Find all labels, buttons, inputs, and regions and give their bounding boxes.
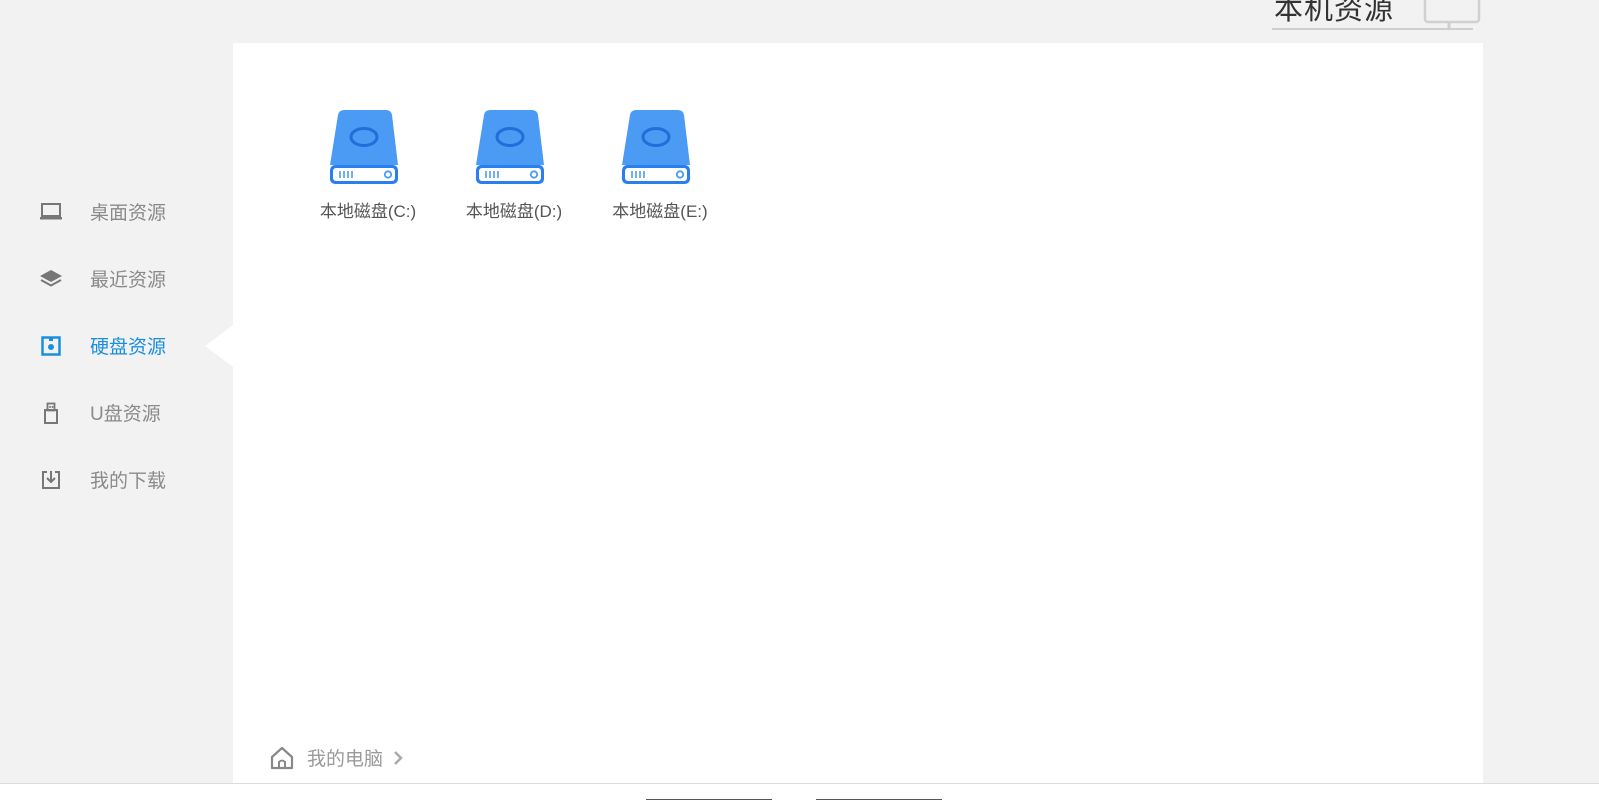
page-title: 本机资源	[1274, 0, 1395, 26]
breadcrumb-item-my-computer[interactable]: 我的电脑	[307, 744, 383, 771]
chevron-right-icon	[394, 750, 403, 765]
sidebar: 桌面资源 最近资源 硬盘资源 U盘资源 我的下载	[0, 178, 233, 513]
drive-label: 本地磁盘(E:)	[612, 202, 708, 221]
monitor-icon	[1423, 0, 1481, 28]
sidebar-item-label: 我的下载	[90, 471, 167, 492]
sidebar-item-label: 桌面资源	[90, 203, 167, 224]
drive-label: 本地磁盘(C:)	[319, 202, 417, 221]
main-panel: 本地磁盘(C:) 本地磁盘(D:) 本地磁盘(E:) 我的电脑	[233, 43, 1483, 783]
drive-c[interactable]: 本地磁盘(C:)	[295, 109, 441, 222]
sidebar-item-label: U盘资源	[90, 404, 161, 425]
hard-disk-icon	[38, 333, 64, 359]
laptop-icon	[38, 199, 64, 225]
drive-e[interactable]: 本地磁盘(E:)	[587, 109, 733, 222]
breadcrumb: 我的电脑	[269, 744, 405, 771]
hard-drive-icon	[330, 110, 398, 184]
active-indicator	[205, 324, 233, 367]
header-underline	[1272, 28, 1473, 30]
page: 本机资源 桌面资源 最近资源 硬盘资源 U盘资源 我的下载 本地磁盘(C:) 本…	[0, 0, 1599, 800]
home-icon[interactable]	[269, 745, 295, 771]
hard-drive-icon	[476, 110, 544, 184]
page-header: 本机资源	[1274, 0, 1394, 30]
sidebar-item-hard-disk[interactable]: 硬盘资源	[0, 312, 233, 379]
hard-drive-icon	[622, 110, 690, 184]
drive-d[interactable]: 本地磁盘(D:)	[441, 109, 587, 222]
drive-list: 本地磁盘(C:) 本地磁盘(D:) 本地磁盘(E:)	[295, 109, 733, 222]
sidebar-item-recent[interactable]: 最近资源	[0, 245, 232, 312]
drive-label: 本地磁盘(D:)	[465, 202, 563, 221]
sidebar-item-desktop[interactable]: 桌面资源	[0, 178, 232, 245]
sidebar-item-usb[interactable]: U盘资源	[0, 379, 232, 446]
usb-drive-icon	[38, 400, 64, 426]
sidebar-item-downloads[interactable]: 我的下载	[0, 446, 232, 513]
bottom-bar	[0, 783, 1599, 800]
sidebar-item-label: 最近资源	[90, 270, 167, 291]
layers-icon	[38, 266, 64, 292]
sidebar-item-label: 硬盘资源	[90, 337, 167, 358]
download-icon	[38, 467, 64, 493]
